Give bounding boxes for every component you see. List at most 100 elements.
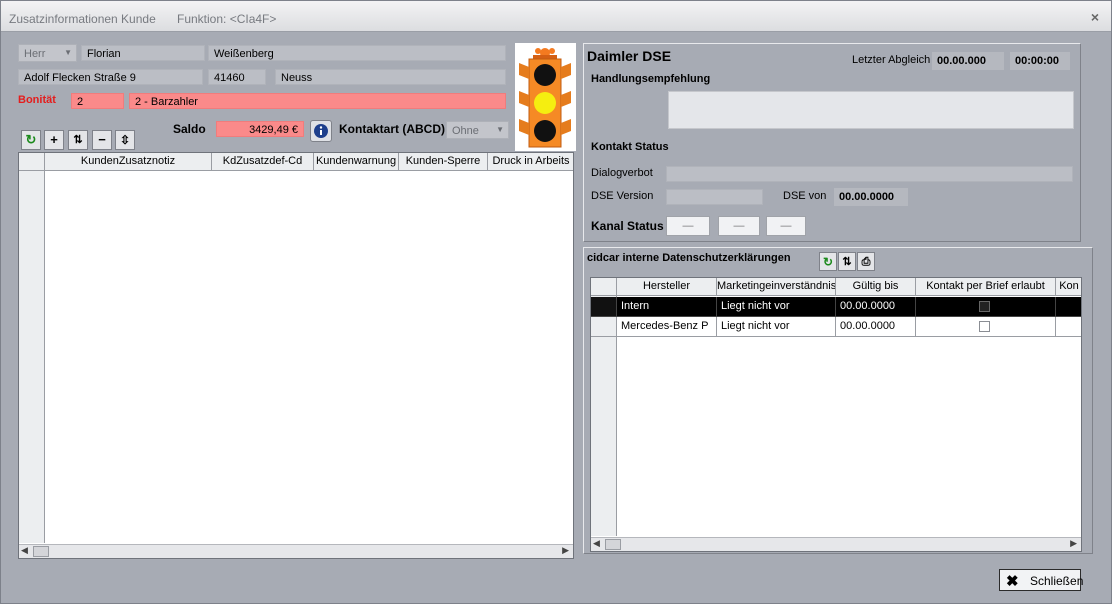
scroll-right-icon[interactable]: ▶ [562,545,569,556]
plus-icon: + [50,132,58,147]
marketing-cell[interactable]: Liegt nicht vor [717,317,836,337]
bonitaet-text-field[interactable]: 2 - Barzahler [129,93,506,109]
column-header[interactable]: Marketingeinverständnis [717,278,836,296]
horizontal-scrollbar[interactable]: ◀ ▶ [591,537,1081,551]
city-field[interactable]: Neuss [275,69,506,85]
grid-corner [591,278,617,296]
scroll-left-icon[interactable]: ◀ [593,538,600,549]
cidcar-print-button[interactable]: ⎙ [857,252,875,271]
salutation-value: Herr [24,48,46,60]
columns-icon: ⇅ [73,134,83,146]
table-row[interactable]: Mercedes-Benz P Liegt nicht vor 00.00.00… [591,317,1081,337]
brief-checkbox[interactable] [979,321,990,332]
remove-button[interactable]: − [92,130,112,150]
saldo-field: 3429,49 € [216,121,304,137]
minus-icon: − [98,132,106,147]
dse-von-label: DSE von [783,190,827,202]
dse-von-value: 00.00.0000 [834,188,908,206]
title-bar: Zusatzinformationen Kunde Funktion: <CIa… [1,1,1111,32]
dse-title: Daimler DSE [587,48,672,64]
handlungsempfehlung-label: Handlungsempfehlung [591,73,711,85]
last-sync-date: 00.00.000 [932,52,1004,70]
grid-corner [19,153,45,171]
dialogverbot-field[interactable] [666,166,1073,182]
last-name-field[interactable]: Weißenberg [208,45,506,61]
bonitaet-code-field[interactable]: 2 [71,93,124,109]
dse-version-label: DSE Version [591,190,654,202]
add-button[interactable]: + [44,130,64,150]
row-selector-column [19,153,45,543]
kontaktart-label: Kontaktart (ABCD) [339,122,445,136]
handlungsempfehlung-field[interactable] [668,91,1074,129]
cidcar-title: cidcar interne Datenschutzerklärungen [587,252,791,264]
close-button-label: Schließen [1030,574,1084,588]
kon-cell[interactable] [1056,317,1081,337]
columns-button[interactable]: ⇅ [68,130,88,150]
refresh-icon: ↻ [822,255,834,269]
column-header[interactable]: KundenZusatznotiz [45,153,212,171]
brief-cell[interactable] [916,317,1056,337]
notes-grid[interactable]: KundenZusatznotiz KdZusatzdef-Cd Kundenw… [18,152,574,559]
dse-panel: Daimler DSE Letzter Abgleich 00.00.000 0… [583,43,1081,242]
horizontal-scrollbar[interactable]: ◀ ▶ [19,544,573,558]
hersteller-cell[interactable]: Intern [617,297,717,317]
first-name-field[interactable]: Florian [81,45,205,61]
row-selector[interactable] [591,317,617,337]
close-window-icon[interactable]: × [1091,9,1099,25]
column-header[interactable]: KdZusatzdef-Cd [212,153,314,171]
kontakt-status-label: Kontakt Status [591,141,669,153]
dialogverbot-label: Dialogverbot [591,167,653,179]
scroll-thumb[interactable] [33,546,49,557]
cidcar-columns-button[interactable]: ⇅ [838,252,856,271]
scroll-thumb[interactable] [605,539,621,550]
printer-icon: ⎙ [861,256,871,268]
close-x-icon: ✖ [1006,573,1019,590]
column-header[interactable]: Kunden-Sperre [399,153,488,171]
refresh-icon: ↻ [25,132,37,147]
saldo-label: Saldo [173,122,206,136]
kontaktart-select[interactable]: Ohne ▼ [446,121,509,139]
dialog-window: Zusatzinformationen Kunde Funktion: <CIa… [0,0,1112,604]
column-header[interactable]: Kontakt per Brief erlaubt [916,278,1056,296]
scroll-left-icon[interactable]: ◀ [21,545,28,556]
info-button[interactable] [310,120,332,142]
gueltig-cell[interactable]: 00.00.0000 [836,297,916,317]
kanal-status-1: — [666,216,710,236]
hersteller-cell[interactable]: Mercedes-Benz P [617,317,717,337]
window-title: Zusatzinformationen Kunde [9,12,156,26]
bonitaet-label: Bonität [18,94,56,106]
brief-checkbox[interactable] [979,301,990,312]
chevron-down-icon: ▼ [64,48,72,57]
cidcar-grid[interactable]: Hersteller Marketingeinverständnis Gülti… [590,277,1082,552]
sort-button[interactable]: ⇳ [115,130,135,150]
kanal-status-2: — [718,216,760,236]
sort-arrows-icon: ⇳ [119,133,131,147]
street-field[interactable]: Adolf Flecken Straße 9 [18,69,203,85]
gueltig-cell[interactable]: 00.00.0000 [836,317,916,337]
refresh-button[interactable]: ↻ [21,130,41,150]
column-header[interactable]: Druck in Arbeits [488,153,573,171]
kon-cell[interactable] [1056,297,1081,317]
row-selector[interactable] [591,297,617,317]
column-header[interactable]: Kon [1056,278,1081,296]
table-row[interactable]: Intern Liegt nicht vor 00.00.0000 [591,297,1081,317]
chevron-down-icon: ▼ [496,125,504,134]
info-icon [314,124,328,138]
marketing-cell[interactable]: Liegt nicht vor [717,297,836,317]
dse-version-field[interactable] [666,189,763,205]
brief-cell[interactable] [916,297,1056,317]
columns-icon: ⇅ [842,256,852,268]
kanal-status-label: Kanal Status [591,219,664,233]
kontaktart-value: Ohne [452,125,479,137]
column-header[interactable]: Kundenwarnung [314,153,399,171]
last-sync-time: 00:00:00 [1010,52,1070,70]
scroll-right-icon[interactable]: ▶ [1070,538,1077,549]
kanal-status-3: — [766,216,806,236]
column-header[interactable]: Gültig bis [836,278,916,296]
salutation-select[interactable]: Herr ▼ [18,44,77,62]
cidcar-refresh-button[interactable]: ↻ [819,252,837,271]
traffic-light-icon [515,43,576,151]
column-header[interactable]: Hersteller [617,278,717,296]
zip-field[interactable]: 41460 [208,69,266,85]
close-button[interactable]: ✖ Schließen [999,569,1084,591]
